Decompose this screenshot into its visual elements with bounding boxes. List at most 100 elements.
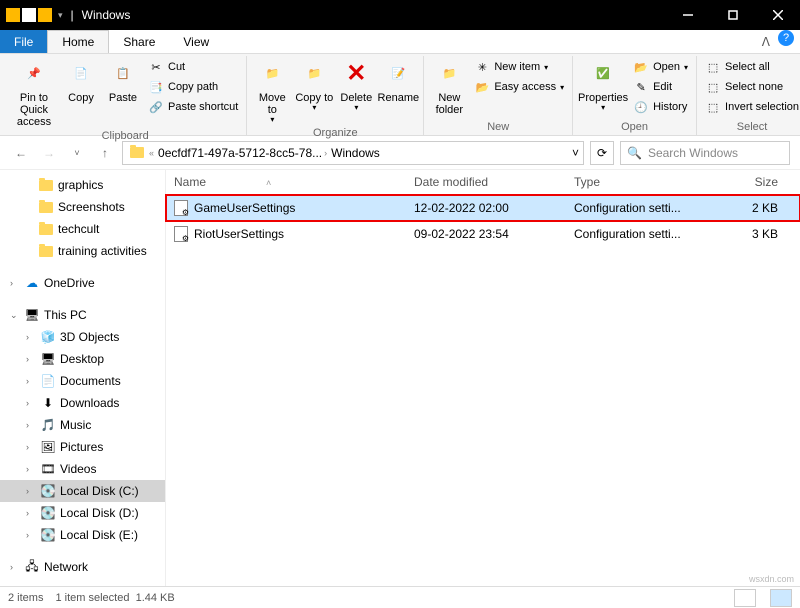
- tree-graphics[interactable]: graphics: [0, 174, 165, 196]
- ribbon-tabs: File Home Share View ᐱ ?: [0, 30, 800, 54]
- select-all-icon: ⬚: [705, 59, 721, 75]
- recent-chevron[interactable]: ˅: [66, 142, 88, 164]
- tree-disk-d[interactable]: ›💽Local Disk (D:): [0, 502, 165, 524]
- group-new: New: [428, 121, 568, 135]
- copy-path-icon: 📑: [148, 79, 164, 95]
- up-button[interactable]: ↑: [94, 142, 116, 164]
- breadcrumb-dropdown[interactable]: ˅: [572, 146, 579, 160]
- col-type[interactable]: Type: [566, 170, 706, 194]
- nav-tree: graphics Screenshots techcult training a…: [0, 170, 166, 586]
- pc-icon: 🖥: [24, 307, 40, 323]
- ribbon-chevron[interactable]: ᐱ: [756, 30, 776, 53]
- paste-shortcut-button[interactable]: 🔗Paste shortcut: [146, 98, 240, 116]
- minimize-button[interactable]: [665, 0, 710, 30]
- tab-home[interactable]: Home: [47, 30, 109, 53]
- breadcrumb-part[interactable]: 0ecfdf71-497a-5712-8cc5-78... ›: [156, 146, 329, 160]
- help-button[interactable]: ?: [778, 30, 794, 46]
- tree-training[interactable]: training activities: [0, 240, 165, 262]
- tree-this-pc[interactable]: ⌄🖥This PC: [0, 304, 165, 326]
- tree-desktop[interactable]: ›🖥Desktop: [0, 348, 165, 370]
- open-button[interactable]: 📂Open ▾: [631, 58, 690, 76]
- file-row[interactable]: RiotUserSettings 09-02-2022 23:54 Config…: [166, 221, 800, 247]
- tree-documents[interactable]: ›📄Documents: [0, 370, 165, 392]
- tree-disk-c[interactable]: ›💽Local Disk (C:): [0, 480, 165, 502]
- icons-view-button[interactable]: [770, 589, 792, 607]
- tree-videos[interactable]: ›🎞Videos: [0, 458, 165, 480]
- col-name[interactable]: Name˄: [166, 170, 406, 194]
- desktop-icon: 🖥: [40, 351, 56, 367]
- cut-button[interactable]: ✂Cut: [146, 58, 240, 76]
- shortcut-icon: 🔗: [148, 99, 164, 115]
- onedrive-icon: ☁: [24, 275, 40, 291]
- tab-share[interactable]: Share: [109, 30, 169, 53]
- videos-icon: 🎞: [40, 461, 56, 477]
- tree-downloads[interactable]: ›⬇Downloads: [0, 392, 165, 414]
- config-file-icon: [174, 200, 188, 216]
- paste-button[interactable]: 📋Paste: [102, 56, 144, 106]
- back-button[interactable]: ←: [10, 142, 32, 164]
- file-list: Name˄ Date modified Type Size GameUserSe…: [166, 170, 800, 586]
- select-none-icon: ⬚: [705, 79, 721, 95]
- new-folder-button[interactable]: 📁New folder: [428, 56, 470, 118]
- details-view-button[interactable]: [734, 589, 756, 607]
- status-selected: 1 item selected 1.44 KB: [55, 592, 174, 604]
- rename-icon: 📝: [382, 58, 414, 90]
- properties-icon: ✅: [587, 58, 619, 90]
- delete-icon: ✕: [340, 58, 372, 90]
- tree-3d-objects[interactable]: ›🧊3D Objects: [0, 326, 165, 348]
- copy-icon: 📄: [65, 58, 97, 90]
- rename-button[interactable]: 📝Rename: [377, 56, 419, 106]
- close-button[interactable]: [755, 0, 800, 30]
- forward-button[interactable]: →: [38, 142, 60, 164]
- move-to-icon: 📁: [256, 58, 288, 90]
- col-date[interactable]: Date modified: [406, 170, 566, 194]
- edit-button[interactable]: ✎Edit: [631, 78, 690, 96]
- tree-techcult[interactable]: techcult: [0, 218, 165, 240]
- tree-disk-e[interactable]: ›💽Local Disk (E:): [0, 524, 165, 546]
- group-select: Select: [701, 121, 800, 135]
- titlebar: ▾ | Windows: [0, 0, 800, 30]
- select-all-button[interactable]: ⬚Select all: [703, 58, 800, 76]
- select-none-button[interactable]: ⬚Select none: [703, 78, 800, 96]
- music-icon: 🎵: [40, 417, 56, 433]
- downloads-icon: ⬇: [40, 395, 56, 411]
- pin-quick-access-button[interactable]: 📌Pin to Quick access: [8, 56, 60, 130]
- copy-button[interactable]: 📄Copy: [60, 56, 102, 106]
- copy-path-button[interactable]: 📑Copy path: [146, 78, 240, 96]
- file-row[interactable]: GameUserSettings 12-02-2022 02:00 Config…: [166, 195, 800, 221]
- pin-icon: 📌: [18, 58, 50, 90]
- column-headers: Name˄ Date modified Type Size: [166, 170, 800, 195]
- config-file-icon: [174, 226, 188, 242]
- new-item-button[interactable]: ✳New item ▾: [472, 58, 566, 76]
- search-icon: 🔍: [627, 146, 642, 160]
- invert-selection-button[interactable]: ⬚Invert selection: [703, 98, 800, 116]
- properties-button[interactable]: ✅Properties▾: [577, 56, 629, 115]
- invert-icon: ⬚: [705, 99, 721, 115]
- group-organize: Organize: [251, 127, 419, 141]
- status-items: 2 items: [8, 592, 43, 604]
- delete-button[interactable]: ✕Delete▾: [335, 56, 377, 115]
- tab-view[interactable]: View: [169, 30, 223, 53]
- history-button[interactable]: 🕘History: [631, 98, 690, 116]
- window-title: Windows: [82, 8, 665, 22]
- maximize-button[interactable]: [710, 0, 755, 30]
- disk-icon: 💽: [40, 505, 56, 521]
- main: graphics Screenshots techcult training a…: [0, 170, 800, 586]
- watermark: wsxdn.com: [749, 574, 794, 584]
- tab-file[interactable]: File: [0, 30, 47, 53]
- folder-icon: [22, 8, 36, 22]
- copy-to-button[interactable]: 📁Copy to▾: [293, 56, 335, 115]
- tree-onedrive[interactable]: ›☁OneDrive: [0, 272, 165, 294]
- breadcrumb[interactable]: « 0ecfdf71-497a-5712-8cc5-78... › Window…: [122, 141, 584, 165]
- tree-pictures[interactable]: ›🖼Pictures: [0, 436, 165, 458]
- breadcrumb-part[interactable]: Windows: [329, 146, 382, 160]
- easy-access-button[interactable]: 📂Easy access ▾: [472, 78, 566, 96]
- refresh-button[interactable]: ⟳: [590, 141, 614, 165]
- move-to-button[interactable]: 📁Move to▾: [251, 56, 293, 127]
- tree-network[interactable]: ›🖧Network: [0, 556, 165, 578]
- tree-music[interactable]: ›🎵Music: [0, 414, 165, 436]
- search-input[interactable]: 🔍 Search Windows: [620, 141, 790, 165]
- tree-screenshots[interactable]: Screenshots: [0, 196, 165, 218]
- qat-chevron[interactable]: ▾: [58, 10, 63, 21]
- col-size[interactable]: Size: [706, 170, 786, 194]
